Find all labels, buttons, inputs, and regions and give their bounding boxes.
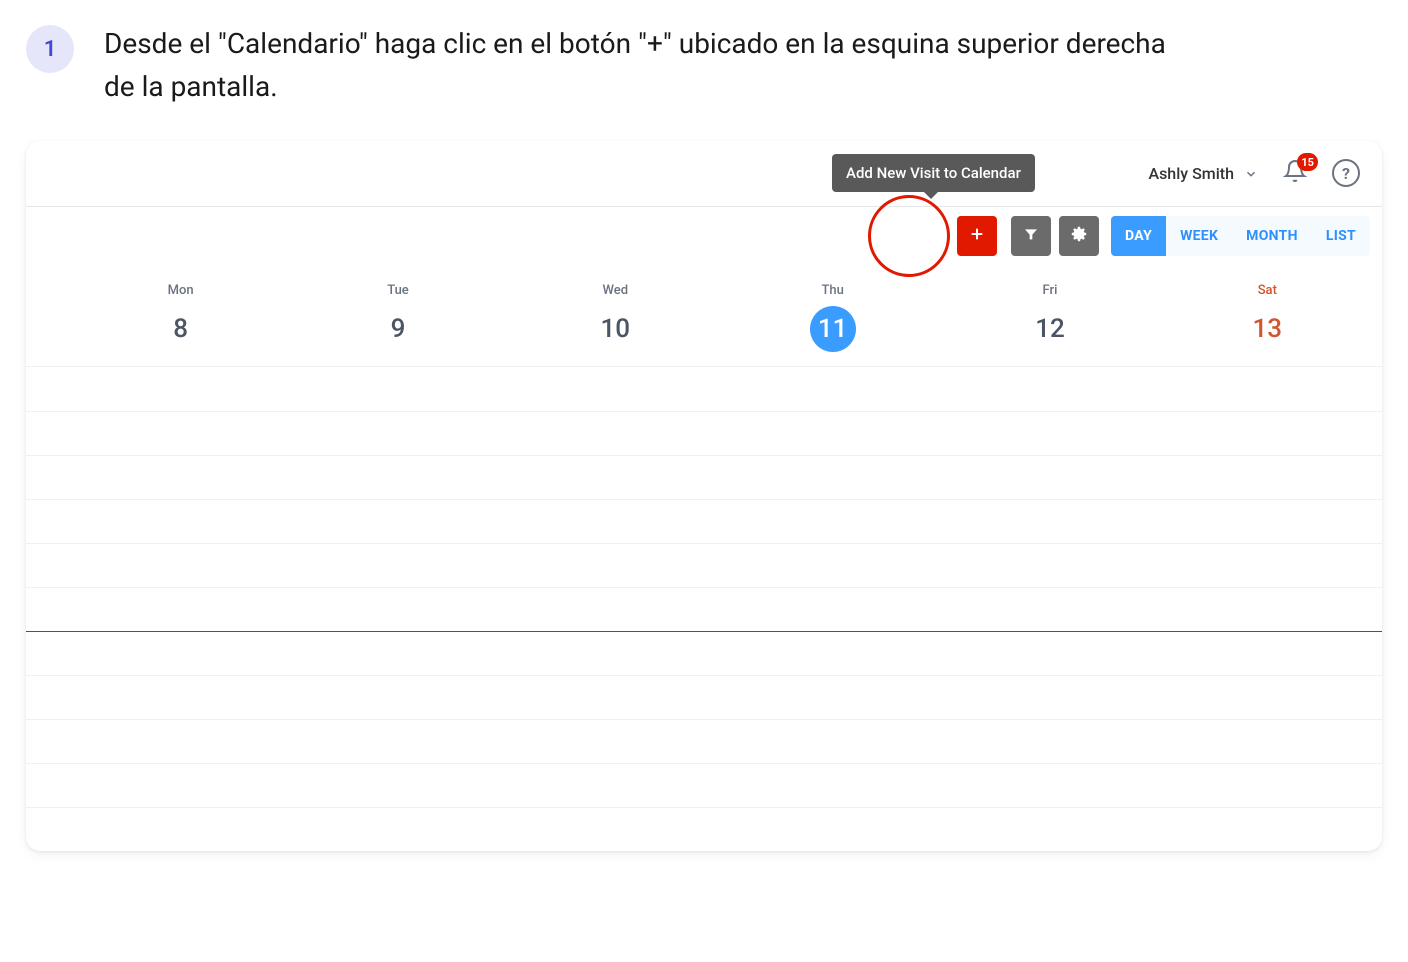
calendar-grid[interactable] — [26, 367, 1382, 851]
chevron-down-icon — [1244, 166, 1258, 180]
day-col-sat[interactable]: Sat 13 — [1159, 283, 1376, 352]
day-col-wed[interactable]: Wed 10 — [507, 283, 724, 352]
current-time-line — [26, 631, 1382, 675]
day-number: 13 — [1244, 306, 1290, 352]
filter-button[interactable] — [1011, 216, 1051, 256]
time-slot[interactable] — [26, 499, 1382, 543]
time-slot[interactable] — [26, 719, 1382, 763]
calendar-days-header: Mon 8 Tue 9 Wed 10 Thu 11 Fri 12 Sat 13 — [26, 265, 1382, 367]
time-slot[interactable] — [26, 587, 1382, 631]
user-menu[interactable]: Ashly Smith — [1148, 164, 1258, 183]
add-visit-tooltip: Add New Visit to Calendar — [832, 154, 1035, 192]
gear-icon — [1071, 226, 1087, 246]
dow-label: Fri — [941, 283, 1158, 298]
day-col-mon[interactable]: Mon 8 — [72, 283, 289, 352]
day-number: 10 — [592, 306, 638, 352]
plus-icon — [969, 226, 985, 246]
dow-label: Mon — [72, 283, 289, 298]
add-visit-button[interactable] — [957, 216, 997, 256]
day-col-tue[interactable]: Tue 9 — [289, 283, 506, 352]
view-day[interactable]: DAY — [1111, 216, 1166, 256]
dow-label: Sat — [1159, 283, 1376, 298]
time-slot[interactable] — [26, 411, 1382, 455]
app-header: Add New Visit to Calendar Ashly Smith 15… — [26, 141, 1382, 207]
settings-button[interactable] — [1059, 216, 1099, 256]
time-slot[interactable] — [26, 455, 1382, 499]
step-number-badge: 1 — [26, 25, 74, 73]
user-name: Ashly Smith — [1148, 164, 1234, 183]
dow-label: Thu — [724, 283, 941, 298]
filter-icon — [1023, 226, 1039, 246]
day-col-thu[interactable]: Thu 11 — [724, 283, 941, 352]
view-month[interactable]: MONTH — [1232, 216, 1312, 256]
time-slot[interactable] — [26, 807, 1382, 851]
time-slot[interactable] — [26, 675, 1382, 719]
step-text: Desde el "Calendario" haga clic en el bo… — [104, 22, 1184, 109]
day-number: 9 — [375, 306, 421, 352]
dow-label: Wed — [507, 283, 724, 298]
day-col-fri[interactable]: Fri 12 — [941, 283, 1158, 352]
notification-count-badge: 15 — [1297, 153, 1318, 171]
help-button[interactable]: ? — [1332, 159, 1360, 187]
day-number-today: 11 — [810, 306, 856, 352]
dow-label: Tue — [289, 283, 506, 298]
day-number: 12 — [1027, 306, 1073, 352]
step-instruction: 1 Desde el "Calendario" haga clic en el … — [26, 22, 1382, 109]
view-week[interactable]: WEEK — [1166, 216, 1232, 256]
view-list[interactable]: LIST — [1312, 216, 1370, 256]
calendar-toolbar: DAY WEEK MONTH LIST — [26, 207, 1382, 265]
notifications-button[interactable]: 15 — [1278, 156, 1312, 190]
question-icon: ? — [1342, 164, 1350, 183]
time-slot[interactable] — [26, 543, 1382, 587]
day-number: 8 — [158, 306, 204, 352]
highlight-circle — [868, 195, 950, 277]
view-switcher: DAY WEEK MONTH LIST — [1111, 216, 1370, 256]
time-slot[interactable] — [26, 367, 1382, 411]
app-screenshot: Add New Visit to Calendar Ashly Smith 15… — [26, 141, 1382, 851]
time-slot[interactable] — [26, 763, 1382, 807]
